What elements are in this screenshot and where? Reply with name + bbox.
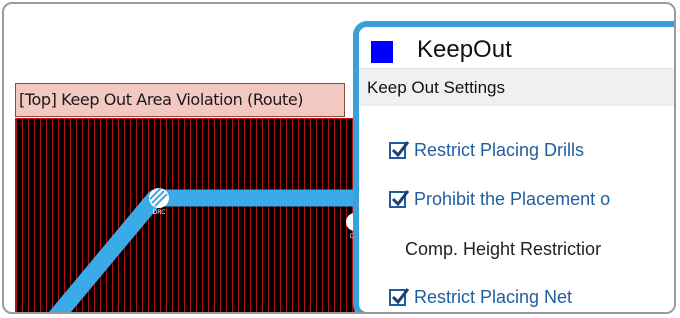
settings-header: Keep Out Settings (359, 68, 674, 107)
setting-restrict-drills[interactable]: Restrict Placing Drills (389, 135, 584, 165)
setting-comp-height[interactable]: Comp. Height Restrictior (389, 234, 601, 264)
setting-restrict-net[interactable]: Restrict Placing Net (389, 282, 572, 312)
comp-height-label: Comp. Height Restrictior (405, 238, 602, 259)
keepout-panel: KeepOut Keep Out Settings Restrict Placi… (353, 21, 674, 312)
pcb-view: [Top] Keep Out Area Violation (Route) DR… (15, 83, 355, 312)
panel-title: KeepOut (417, 36, 512, 63)
route-trace (48, 189, 355, 312)
restrict-drills-label: Restrict Placing Drills (414, 139, 585, 160)
drc-marker-1[interactable]: DRC (149, 187, 169, 216)
setting-prohibit-placement[interactable]: Prohibit the Placement o (389, 184, 610, 214)
drc-marker-1-text: DRC (153, 209, 166, 216)
restrict-net-checkbox[interactable] (389, 287, 410, 306)
violation-label: [Top] Keep Out Area Violation (Route) (15, 83, 345, 117)
restrict-drills-checkbox[interactable] (389, 140, 410, 159)
restrict-net-label: Restrict Placing Net (414, 286, 573, 307)
prohibit-placement-label: Prohibit the Placement o (414, 188, 611, 209)
checkmark-icon (391, 140, 410, 157)
panel-titlebar: KeepOut (359, 27, 674, 67)
pcb-canvas: DRC D (48, 187, 355, 312)
checkmark-icon (391, 287, 410, 304)
checkmark-icon (391, 189, 410, 206)
screenshot-frame: [Top] Keep Out Area Violation (Route) DR… (2, 2, 676, 314)
layer-color-swatch[interactable] (371, 41, 393, 63)
settings-body: Restrict Placing Drills Prohibit the Pla… (359, 106, 674, 312)
prohibit-placement-checkbox[interactable] (389, 189, 410, 208)
